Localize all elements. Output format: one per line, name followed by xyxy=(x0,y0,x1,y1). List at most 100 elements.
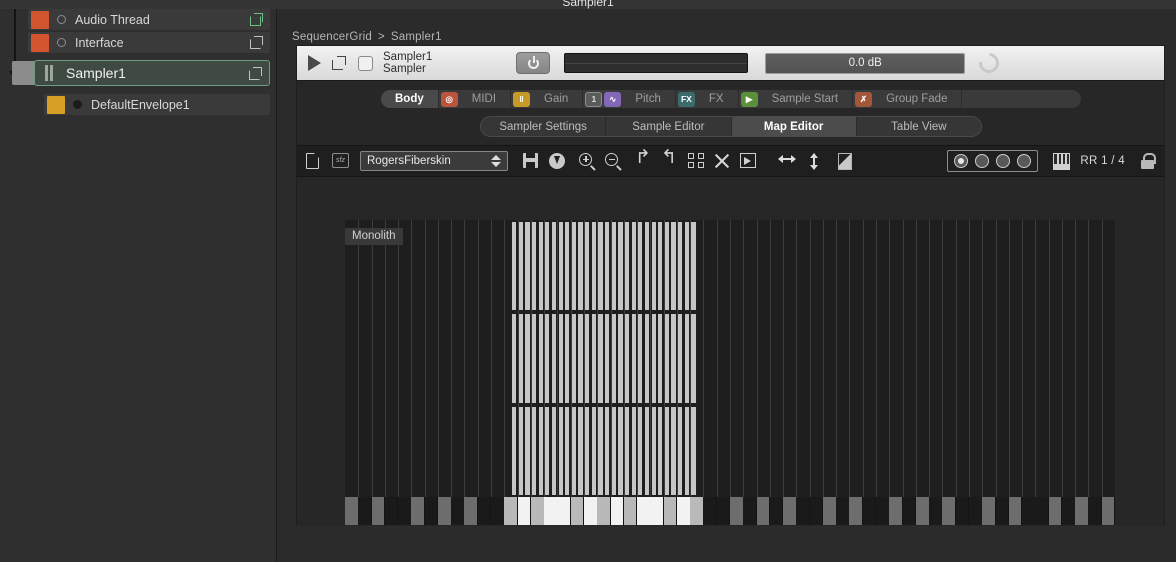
rr-radio-3[interactable] xyxy=(996,154,1011,168)
sample-zone[interactable] xyxy=(531,314,537,403)
sample-zone[interactable] xyxy=(618,406,623,495)
new-file-icon[interactable] xyxy=(306,152,323,170)
sample-zone[interactable] xyxy=(671,314,676,403)
external-link-icon[interactable] xyxy=(249,66,262,80)
sample-zone[interactable] xyxy=(678,406,683,495)
record-ring-icon[interactable] xyxy=(57,38,66,47)
sample-zone[interactable] xyxy=(644,222,650,311)
sample-zone[interactable] xyxy=(605,222,610,311)
tab-body[interactable]: Body xyxy=(381,90,439,108)
sample-zone[interactable] xyxy=(684,314,689,403)
sample-zone[interactable] xyxy=(664,222,670,311)
piano-key[interactable] xyxy=(424,497,438,525)
select-all-icon[interactable] xyxy=(688,152,705,170)
sample-zone[interactable] xyxy=(571,222,577,311)
lock-icon[interactable] xyxy=(1141,153,1156,169)
sample-zone[interactable] xyxy=(525,222,530,311)
sample-zone[interactable] xyxy=(678,222,683,311)
delete-icon[interactable] xyxy=(714,153,731,170)
piano-key[interactable] xyxy=(597,497,610,525)
piano-key[interactable] xyxy=(929,497,942,525)
sample-zone[interactable] xyxy=(638,222,643,311)
rr-radio-1[interactable] xyxy=(954,154,969,168)
piano-key[interactable] xyxy=(982,497,995,525)
piano-key[interactable] xyxy=(968,497,982,525)
piano-key[interactable] xyxy=(623,497,637,525)
sample-zone[interactable] xyxy=(671,222,676,311)
sample-zone[interactable] xyxy=(591,222,596,311)
sample-zone[interactable] xyxy=(512,314,517,403)
sample-zone[interactable] xyxy=(512,406,517,495)
sample-zone[interactable] xyxy=(538,406,543,495)
sample-zone[interactable] xyxy=(691,222,696,311)
knob-icon[interactable] xyxy=(975,48,1004,78)
piano-key[interactable] xyxy=(663,497,677,525)
piano-key[interactable] xyxy=(610,497,624,525)
rr-radio-2[interactable] xyxy=(975,154,990,168)
piano-key[interactable] xyxy=(557,497,571,525)
vertical-resize-icon[interactable] xyxy=(808,152,825,170)
sample-zone[interactable] xyxy=(591,314,596,403)
sample-zone[interactable] xyxy=(651,222,656,311)
horizontal-resize-icon[interactable] xyxy=(778,153,796,170)
sample-zone[interactable] xyxy=(518,406,523,495)
piano-key[interactable] xyxy=(730,497,743,525)
bypass-checkbox[interactable] xyxy=(358,55,373,71)
piano-key[interactable] xyxy=(822,497,836,525)
piano-key[interactable] xyxy=(411,497,425,525)
sample-zone[interactable] xyxy=(585,406,590,495)
sample-zone[interactable] xyxy=(565,222,570,311)
sample-zone[interactable] xyxy=(545,314,550,403)
piano-key[interactable] xyxy=(464,497,478,525)
zoom-in-icon[interactable] xyxy=(579,152,596,170)
sample-zone[interactable] xyxy=(598,314,603,403)
piano-key[interactable] xyxy=(477,497,491,525)
crossfade-icon[interactable] xyxy=(838,152,855,170)
piano-key[interactable] xyxy=(902,497,916,525)
zoom-out-icon[interactable] xyxy=(605,152,622,170)
play-icon[interactable] xyxy=(308,55,321,71)
piano-key[interactable] xyxy=(796,497,810,525)
sample-zone[interactable] xyxy=(578,314,583,403)
sample-zone[interactable] xyxy=(571,406,577,495)
sample-zone[interactable] xyxy=(631,314,636,403)
sample-zone[interactable] xyxy=(605,406,610,495)
piano-key[interactable] xyxy=(371,497,385,525)
sample-zone[interactable] xyxy=(605,314,610,403)
external-link-icon[interactable] xyxy=(250,13,263,26)
record-ring-icon[interactable] xyxy=(57,15,66,24)
sample-zone[interactable] xyxy=(631,406,636,495)
piano-key[interactable] xyxy=(345,497,358,525)
sample-zone[interactable] xyxy=(551,222,557,311)
tab-sample-editor[interactable]: Sample Editor xyxy=(606,117,732,136)
sample-zone[interactable] xyxy=(624,314,630,403)
sample-zone[interactable] xyxy=(664,314,670,403)
piano-key[interactable] xyxy=(955,497,969,525)
sample-zone[interactable] xyxy=(651,314,656,403)
sample-zone[interactable] xyxy=(611,314,616,403)
piano-key[interactable] xyxy=(1022,497,1035,525)
piano-key[interactable] xyxy=(637,497,650,525)
piano-keyboard-strip[interactable] xyxy=(345,497,1115,525)
piano-key[interactable] xyxy=(716,497,730,525)
sample-zone[interactable] xyxy=(558,222,563,311)
script-fx-icon[interactable]: sfz xyxy=(332,152,349,170)
piano-key[interactable] xyxy=(650,497,664,525)
sample-zone[interactable] xyxy=(558,406,563,495)
sample-zone[interactable] xyxy=(638,406,643,495)
piano-key[interactable] xyxy=(504,497,517,525)
sample-zone[interactable] xyxy=(658,314,663,403)
sample-zone[interactable] xyxy=(611,222,616,311)
tab-pitch[interactable]: 1 ∿ Pitch xyxy=(583,90,676,108)
sample-zone[interactable] xyxy=(565,406,570,495)
breadcrumb-current[interactable]: Sampler1 xyxy=(391,31,442,43)
piano-key[interactable] xyxy=(783,497,796,525)
piano-key[interactable] xyxy=(809,497,823,525)
sample-zone[interactable] xyxy=(691,314,696,403)
tree-item-sampler1[interactable]: Sampler1 xyxy=(34,60,270,86)
sample-zone[interactable] xyxy=(545,406,550,495)
piano-key[interactable] xyxy=(1035,497,1049,525)
piano-key[interactable] xyxy=(570,497,584,525)
map-grid[interactable] xyxy=(345,220,1115,497)
sample-zone[interactable] xyxy=(611,406,616,495)
